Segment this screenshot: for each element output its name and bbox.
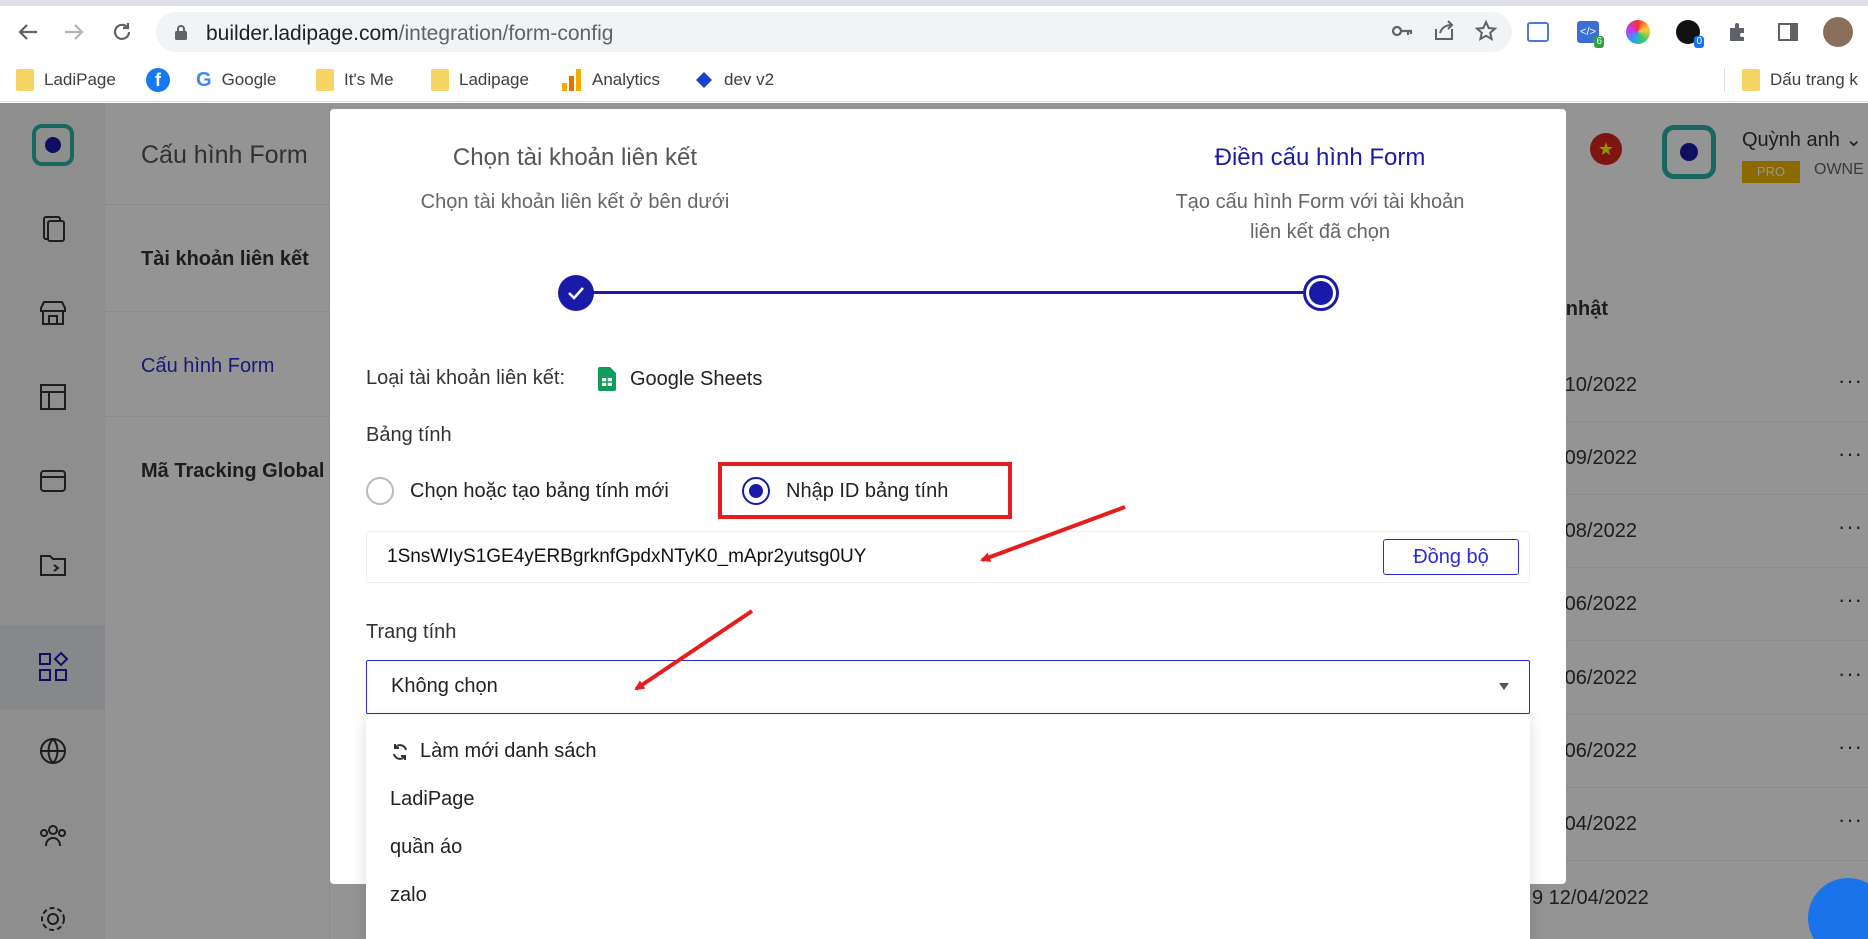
step2-description: Tạo cấu hình Form với tài khoản liên kết… — [1175, 191, 1465, 243]
sheet-label: Trang tính — [366, 621, 457, 643]
extension-badge: 0 — [1694, 36, 1704, 48]
account-type-label: Loại tài khoản liên kết: — [366, 367, 566, 389]
account-type-text: Google Sheets — [630, 367, 763, 390]
address-bar[interactable]: builder.ladipage.com/integration/form-co… — [156, 12, 1512, 52]
radio-new-spreadsheet[interactable]: Chọn hoặc tạo bảng tính mới — [366, 477, 669, 505]
key-icon[interactable] — [1390, 18, 1414, 44]
step2-title: Điền cấu hình Form — [1214, 144, 1426, 171]
url-host: builder.ladipage.com — [206, 22, 399, 45]
browser-toolbar: builder.ladipage.com/integration/form-co… — [0, 6, 1868, 58]
analytics-icon — [562, 69, 581, 91]
bookmark-label: Analytics — [592, 70, 661, 89]
bookmark-ladipage2-folder[interactable]: Ladipage — [431, 66, 529, 94]
dropdown-option[interactable]: quần áo — [390, 836, 462, 859]
radio-circle-unchecked — [366, 477, 394, 505]
sync-button[interactable]: Đồng bộ — [1383, 539, 1519, 575]
bookmarks-bar: LadiPage f G Google It's Me Ladipage Anal… — [0, 58, 1868, 102]
bookmark-other-folder[interactable]: Dấu trang k — [1742, 66, 1858, 94]
step1-title: Chọn tài khoản liên kết — [452, 144, 698, 171]
folder-icon — [316, 69, 334, 91]
bookmark-facebook[interactable]: f — [146, 66, 170, 94]
step1-done-indicator — [558, 275, 594, 311]
back-button[interactable] — [10, 14, 46, 50]
devv2-icon — [696, 72, 712, 88]
side-panel-icon[interactable] — [1770, 14, 1806, 50]
back-arrow-icon — [18, 24, 37, 40]
share-icon[interactable] — [1432, 18, 1456, 44]
bookmark-ladipage-folder[interactable]: LadiPage — [16, 66, 116, 94]
folder-icon — [1742, 69, 1760, 91]
step1-description: Chọn tài khoản liên kết ở bên dưới — [420, 191, 730, 213]
bookmark-dev-v2[interactable]: dev v2 — [694, 66, 774, 94]
bookmark-label: Ladipage — [459, 70, 529, 89]
bookmark-its-me-folder[interactable]: It's Me — [316, 66, 394, 94]
spreadsheet-id-value: 1SnsWIyS1GE4yERBgrknfGpdxNTyK0_mApr2yuts… — [387, 546, 867, 567]
sheet-select[interactable]: Không chọn — [366, 660, 1530, 714]
refresh-label: Làm mới danh sách — [420, 740, 597, 762]
bookmark-label: It's Me — [344, 70, 394, 89]
bookmark-label: Dấu trang k — [1770, 70, 1858, 89]
google-icon: G — [196, 68, 212, 91]
bookmark-google[interactable]: G Google — [196, 66, 276, 94]
spreadsheet-id-input[interactable]: 1SnsWIyS1GE4yERBgrknfGpdxNTyK0_mApr2yuts… — [366, 531, 1530, 583]
refresh-icon — [393, 743, 407, 760]
dropdown-caret-icon — [1499, 683, 1509, 690]
forward-button[interactable] — [56, 14, 92, 50]
dropdown-refresh-list[interactable]: Làm mới danh sách — [390, 740, 597, 763]
annotation-highlight-box — [718, 462, 1012, 519]
translate-extension-icon[interactable] — [1520, 14, 1556, 50]
dropdown-option[interactable]: zalo — [390, 884, 427, 907]
step2-active-indicator — [1303, 275, 1339, 311]
reload-icon — [113, 23, 131, 40]
dropdown-option[interactable]: LadiPage — [390, 788, 475, 811]
sheet-selected-value: Không chọn — [391, 675, 498, 697]
bookmark-label: Google — [221, 70, 277, 89]
folder-icon — [16, 69, 34, 91]
account-type-value: Google Sheets — [598, 367, 762, 391]
bookmarks-divider — [1724, 68, 1725, 92]
code-extension-icon[interactable]: </> 6 — [1570, 14, 1606, 50]
puzzle-extensions-icon[interactable] — [1720, 14, 1756, 50]
url-path: /integration/form-config — [398, 22, 614, 45]
sheet-dropdown-menu: Làm mới danh sách LadiPage quần áo zalo — [366, 715, 1530, 939]
check-icon — [568, 287, 584, 300]
profile-avatar-icon[interactable] — [1820, 14, 1856, 50]
stepper-progress-line — [578, 291, 1323, 294]
google-sheets-icon — [598, 367, 616, 391]
bookmark-star-icon[interactable] — [1474, 18, 1498, 44]
reload-button[interactable] — [104, 14, 140, 50]
color-picker-extension-icon[interactable] — [1620, 14, 1656, 50]
bookmark-label: dev v2 — [724, 70, 775, 89]
lock-icon[interactable] — [174, 24, 188, 41]
extension-badge: 6 — [1594, 36, 1604, 48]
bookmark-label: LadiPage — [44, 70, 116, 89]
forward-arrow-icon — [65, 24, 84, 40]
tiktok-extension-icon[interactable]: 0 — [1670, 14, 1706, 50]
folder-icon — [431, 69, 449, 91]
bookmark-analytics[interactable]: Analytics — [562, 66, 660, 94]
spreadsheet-label: Bảng tính — [366, 424, 452, 446]
radio-new-label: Chọn hoặc tạo bảng tính mới — [410, 479, 669, 502]
facebook-icon: f — [146, 68, 170, 92]
url-text: builder.ladipage.com/integration/form-co… — [206, 22, 613, 46]
